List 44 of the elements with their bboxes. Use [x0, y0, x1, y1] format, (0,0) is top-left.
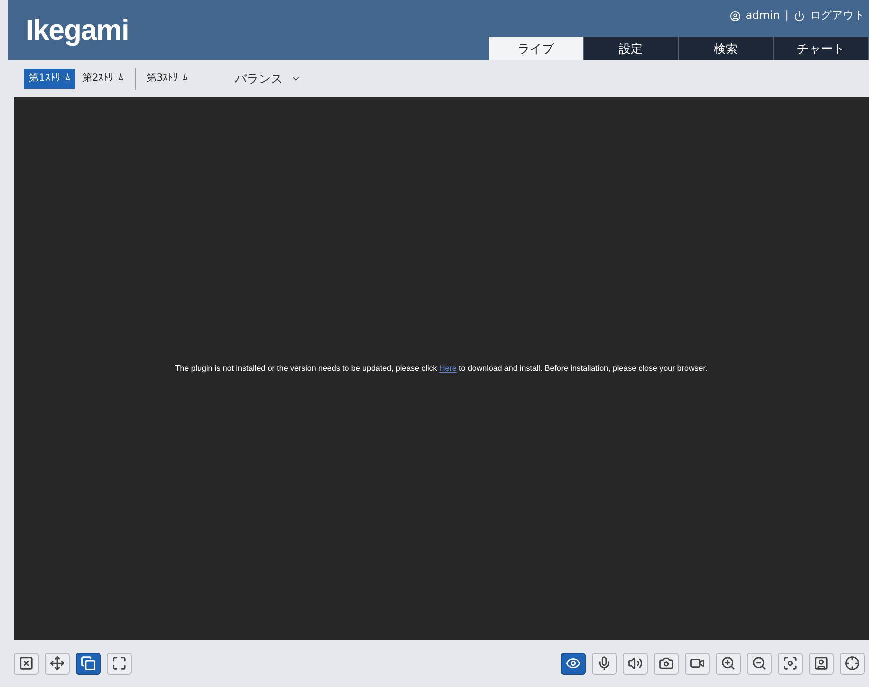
speaker-icon [628, 656, 643, 671]
crosshair-icon [845, 656, 860, 671]
stream-tab[interactable]: 第1ｽﾄﾘｰﾑ [24, 68, 76, 88]
windows-icon [81, 656, 96, 671]
toolbar-button[interactable] [623, 652, 648, 674]
stream-tab[interactable]: 第3ｽﾄﾘｰﾑ [142, 68, 194, 88]
toolbar-button[interactable] [654, 652, 679, 674]
person-icon [814, 656, 829, 671]
user-icon [730, 10, 741, 22]
toolbar-button[interactable] [685, 652, 710, 674]
toolbar-button[interactable] [716, 652, 741, 674]
close-icon [19, 656, 34, 671]
toolbar-button[interactable] [778, 652, 803, 674]
quality-dropdown[interactable]: バランス [235, 70, 302, 88]
toolbar-button[interactable] [76, 652, 101, 674]
focus-icon [783, 656, 798, 671]
toolbar-button[interactable] [809, 652, 834, 674]
zoom-out-icon [752, 656, 767, 671]
nav-tab[interactable]: 検索 [679, 37, 774, 60]
toolbar-button[interactable] [561, 652, 586, 674]
nav-tab[interactable]: チャート [774, 37, 869, 60]
zoom-in-icon [721, 656, 736, 671]
camera-icon [659, 656, 674, 671]
separator: | [785, 8, 789, 24]
toolbar-button[interactable] [14, 652, 39, 674]
logout-link[interactable]: ログアウト [810, 8, 865, 24]
toolbar-button[interactable] [747, 652, 772, 674]
fullscreen-icon [112, 656, 127, 671]
toolbar-button[interactable] [592, 652, 617, 674]
logo: Ikegami [26, 14, 129, 49]
stream-tab[interactable]: 第2ｽﾄﾘｰﾑ [77, 68, 129, 88]
nav-tab[interactable]: ライブ [489, 37, 584, 60]
power-icon [794, 10, 805, 22]
plugin-message: The plugin is not installed or the version needs to be updated, please click Here to download and install. Before installation, please close your browser. [175, 362, 708, 374]
download-link[interactable]: Here [440, 364, 457, 372]
eye-icon [566, 656, 581, 671]
toolbar-button[interactable] [840, 652, 865, 674]
username: admin [746, 8, 780, 24]
toolbar-button[interactable] [107, 652, 132, 674]
toolbar-button[interactable] [45, 652, 70, 674]
microphone-icon [597, 656, 612, 671]
video-camera-icon [690, 656, 705, 671]
nav-tab[interactable]: 設定 [584, 37, 679, 60]
move-icon [50, 656, 65, 671]
